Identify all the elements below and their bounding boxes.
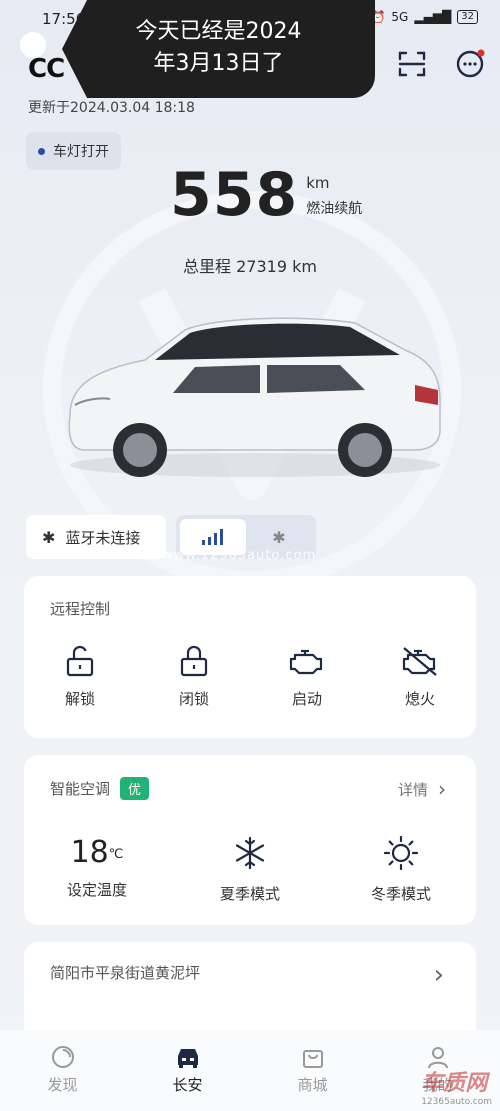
lock-icon [180, 645, 208, 677]
unlock-label: 解锁 [64, 690, 95, 708]
toast-line-1: 今天已经是2024 [135, 19, 302, 44]
engine-start-button[interactable]: 启动 [267, 644, 347, 709]
remote-control-card: 远程控制 解锁 闭锁 启动 熄火 [24, 576, 476, 738]
lamp-status-dot [38, 147, 45, 155]
message-icon[interactable] [454, 48, 486, 80]
fuel-range: 558 km 燃油续航 [170, 160, 362, 230]
status-icons: ⏰ 5G ▂▄▆█ 32 [370, 10, 478, 24]
location-card[interactable]: 简阳市平泉街道黄泥坪 › [24, 942, 476, 1042]
car-image [68, 317, 441, 477]
unlock-icon [66, 645, 94, 677]
engine-off-button[interactable]: 熄火 [380, 644, 460, 709]
scan-icon[interactable] [396, 48, 428, 80]
sun-icon [383, 835, 419, 871]
range-value: 558 [170, 160, 299, 230]
summer-mode-button[interactable]: 夏季模式 [195, 835, 305, 904]
winter-mode-button[interactable]: 冬季模式 [346, 835, 456, 904]
site-watermark: www.12365auto.com [162, 548, 317, 563]
lock-label: 闭锁 [178, 690, 209, 708]
corner-watermark-brand: 车质网 [421, 1071, 488, 1096]
air-quality-badge: 优 [120, 777, 150, 800]
set-temperature-label: 设定温度 [66, 881, 127, 899]
range-label: 燃油续航 [306, 201, 363, 217]
climate-detail-label: 详情 [397, 780, 428, 799]
climate-card: 智能空调优 详情 › 18℃ 设定温度 夏季模式 冬季模式 [24, 755, 476, 925]
bluetooth-mode-icon: ✱ [272, 527, 286, 547]
lamp-status-label: 车灯打开 [53, 144, 109, 160]
battery-indicator: 32 [457, 10, 478, 24]
climate-title: 智能空调 [50, 780, 111, 798]
car-icon [177, 1049, 198, 1068]
date-toast: 今天已经是2024 年3月13日了 [62, 0, 375, 98]
nav-label-discover: 发现 [47, 1076, 78, 1094]
engine-off-icon [402, 647, 437, 676]
corner-watermark-url: 12365auto.com [421, 1097, 492, 1107]
remote-control-title: 远程控制 [50, 600, 111, 618]
nav-label-shop: 商城 [297, 1076, 328, 1094]
climate-detail-link[interactable]: 详情 › [398, 777, 446, 801]
temperature-readout: 18℃ [42, 835, 152, 871]
temperature-unit: ℃ [108, 847, 124, 862]
engine-start-icon [289, 649, 323, 675]
nav-item-changan[interactable]: 长安 [125, 1030, 250, 1111]
summer-mode-label: 夏季模式 [219, 885, 280, 903]
shop-bag-icon [302, 1050, 323, 1068]
bluetooth-status-chip[interactable]: ✱ 蓝牙未连接 [26, 515, 166, 559]
nav-item-shop[interactable]: 商城 [250, 1030, 375, 1111]
range-unit: km [306, 174, 330, 192]
engine-start-label: 启动 [291, 690, 322, 708]
toast-line-2: 年3月13日了 [153, 51, 284, 76]
updated-time: 更新于2024.03.04 18:18 [28, 100, 195, 116]
bluetooth-icon: ✱ [42, 527, 56, 547]
lamp-status-chip[interactable]: 车灯打开 [26, 132, 121, 170]
chevron-right-icon: › [438, 777, 446, 801]
signal-icon: ▂▄▆█ [414, 10, 452, 24]
lock-button[interactable]: 闭锁 [154, 644, 234, 709]
nav-label-changan: 长安 [172, 1076, 203, 1094]
temperature-value: 18 [70, 835, 109, 870]
snowflake-icon [235, 836, 265, 870]
brand-logo: CC [28, 54, 65, 84]
location-text: 简阳市平泉街道黄泥坪 [50, 964, 201, 982]
odometer: 总里程 27319 km [183, 257, 317, 276]
network-label: 5G [391, 10, 409, 24]
corner-watermark: 车质网 12365auto.com [421, 1065, 492, 1107]
bluetooth-status-label: 蓝牙未连接 [65, 528, 141, 547]
winter-mode-label: 冬季模式 [370, 885, 431, 903]
set-temperature-control[interactable]: 18℃ 设定温度 [42, 835, 152, 900]
chevron-right-icon: › [433, 960, 444, 990]
signal-bars-icon [202, 529, 223, 545]
discover-icon [51, 1046, 74, 1068]
nav-item-discover[interactable]: 发现 [0, 1030, 125, 1111]
unlock-button[interactable]: 解锁 [40, 644, 120, 709]
climate-title-row: 智能空调优 [50, 777, 150, 800]
engine-off-label: 熄火 [404, 690, 435, 708]
